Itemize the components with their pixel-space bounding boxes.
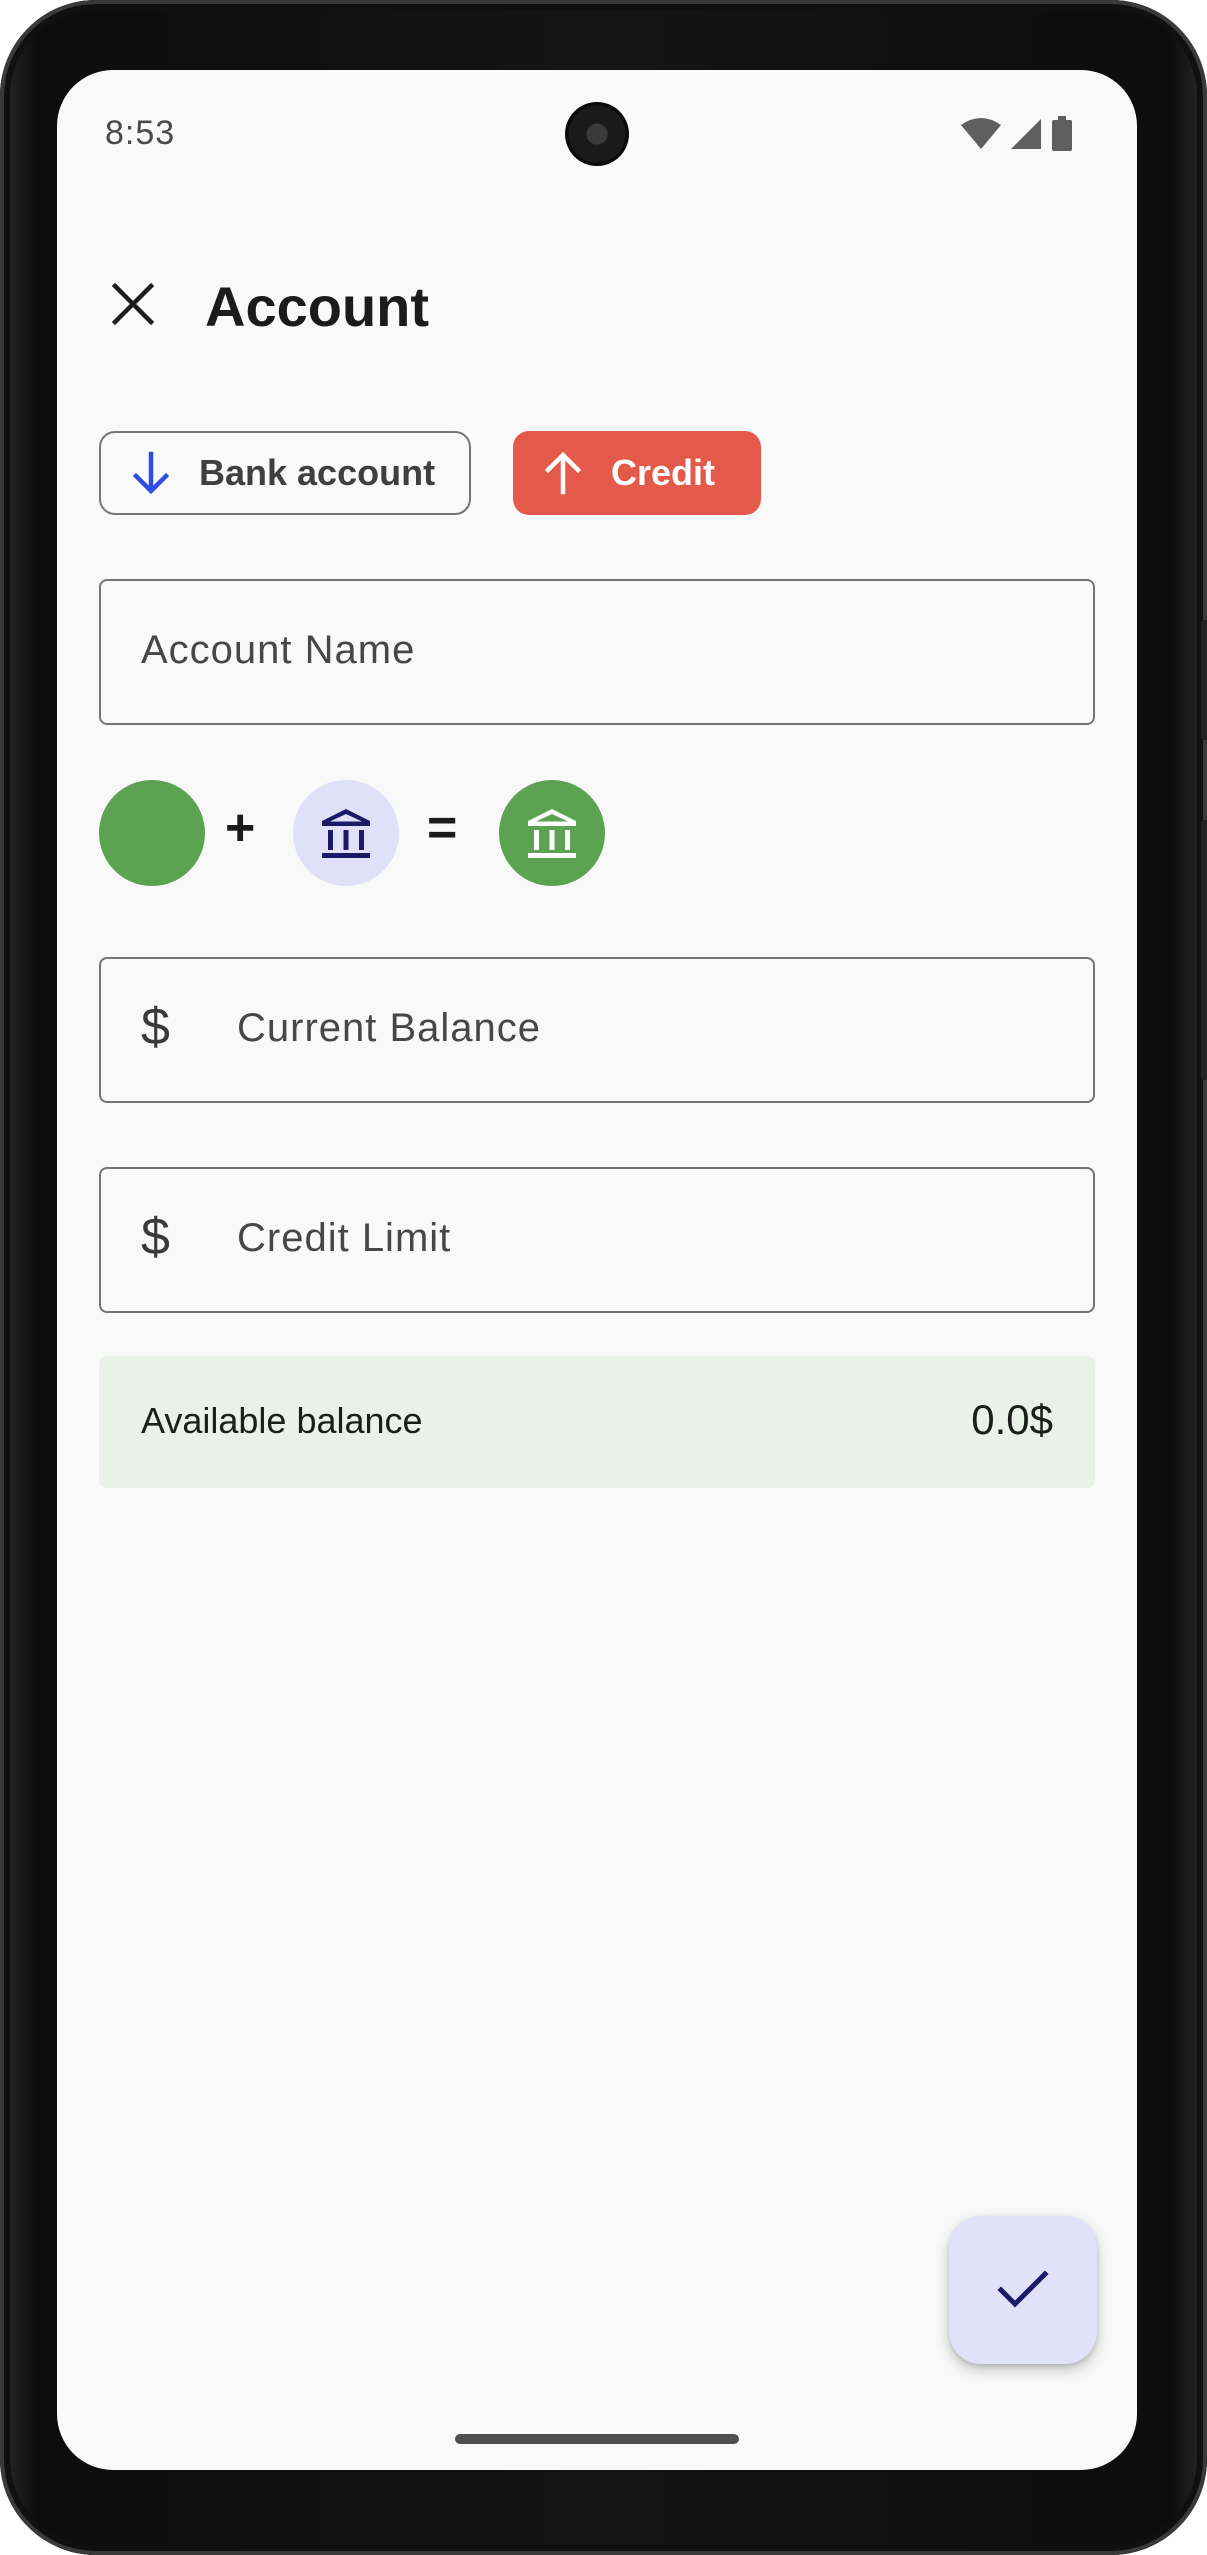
volume-button <box>1201 620 1207 740</box>
save-button[interactable] <box>949 2216 1097 2364</box>
close-button[interactable] <box>97 268 169 340</box>
credit-limit-placeholder: Credit Limit <box>237 1216 452 1260</box>
power-button <box>1201 820 1207 1080</box>
available-balance-label: Available balance <box>141 1400 423 1441</box>
status-icons <box>961 114 1073 154</box>
front-camera <box>565 102 629 166</box>
dollar-prefix: $ <box>141 1208 170 1266</box>
credit-label: Credit <box>611 452 716 493</box>
wifi-icon <box>961 118 1001 149</box>
credit-chip[interactable]: Credit <box>513 431 761 515</box>
screen: 8:53 Account Bank account Credit Account… <box>57 70 1137 2470</box>
signal-icon <box>1011 119 1041 149</box>
current-balance-placeholder: Current Balance <box>237 1006 542 1050</box>
bank-icon <box>528 809 576 858</box>
available-balance-value: 0.0$ <box>971 1396 1053 1443</box>
arrow-down-icon <box>125 447 177 499</box>
available-balance-card: Available balance 0.0$ <box>99 1356 1095 1488</box>
bank-account-label: Bank account <box>199 452 436 493</box>
status-time: 8:53 <box>105 114 176 152</box>
icon-picker-button[interactable] <box>293 780 399 886</box>
arrow-up-icon <box>537 447 589 499</box>
bank-icon <box>322 809 370 858</box>
icon-preview <box>499 780 605 886</box>
account-name-placeholder: Account Name <box>141 628 416 672</box>
check-icon <box>997 2270 1049 2308</box>
battery-icon <box>1052 116 1072 151</box>
plus-sign: + <box>225 799 256 857</box>
dollar-prefix: $ <box>141 998 170 1056</box>
top-app-bar: Account <box>57 250 1137 360</box>
phone-frame: 8:53 Account Bank account Credit Account… <box>0 0 1207 2555</box>
appearance-row: + = <box>99 780 699 886</box>
home-indicator[interactable] <box>455 2434 739 2444</box>
color-picker-button[interactable] <box>99 780 205 886</box>
credit-limit-field[interactable]: $ Credit Limit <box>99 1167 1095 1313</box>
equals-sign: = <box>427 799 458 857</box>
page-title: Account <box>205 275 429 338</box>
close-icon <box>111 282 155 326</box>
status-bar: 8:53 <box>57 70 1137 200</box>
account-name-field[interactable]: Account Name <box>99 579 1095 725</box>
bank-account-chip[interactable]: Bank account <box>99 431 471 515</box>
current-balance-field[interactable]: $ Current Balance <box>99 957 1095 1103</box>
